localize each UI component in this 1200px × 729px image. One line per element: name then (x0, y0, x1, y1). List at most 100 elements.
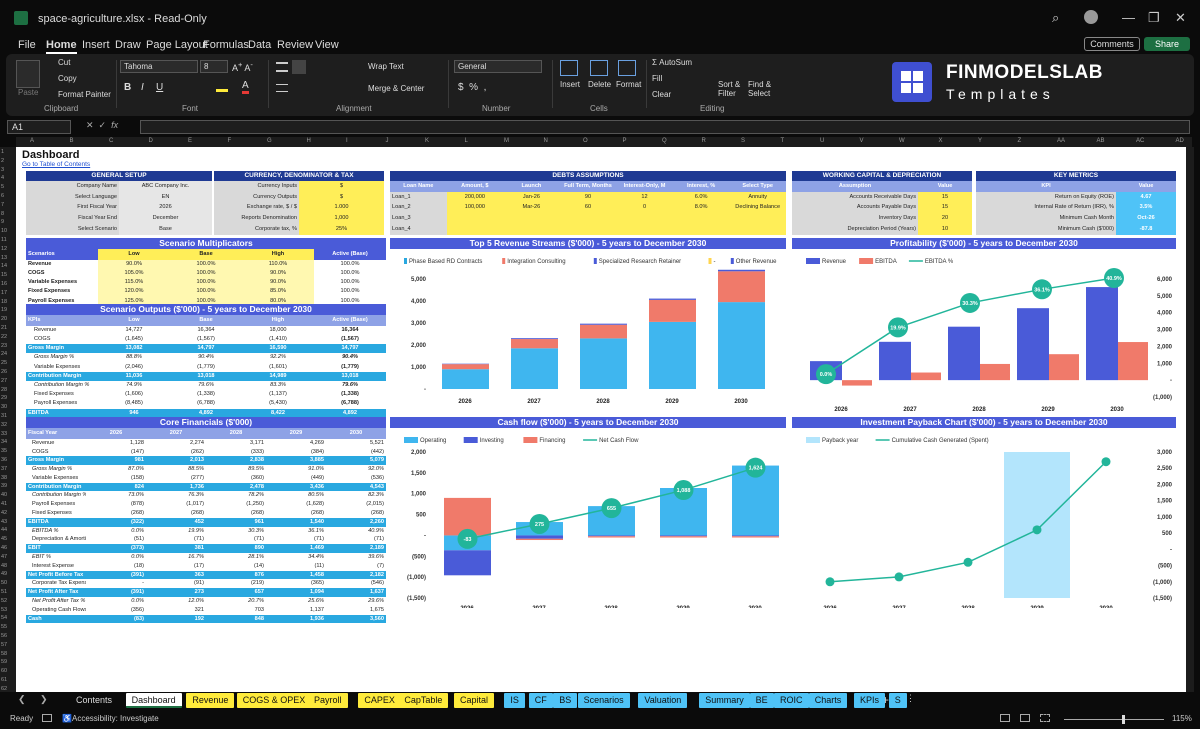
value-cell[interactable]: 11,036 (98, 371, 170, 381)
value-cell[interactable]: 5,521 (326, 439, 386, 448)
value-cell[interactable]: 1,637 (326, 588, 386, 598)
setup-label[interactable]: Fiscal Year End (26, 213, 119, 224)
multiplier-cell[interactable]: 100.0% (170, 287, 242, 297)
row-header[interactable]: 34 (1, 439, 7, 445)
restore-icon[interactable]: ❐ (1148, 10, 1160, 26)
row-header[interactable]: 32 (1, 422, 7, 428)
row-header[interactable]: 5 (1, 184, 4, 190)
row-label[interactable]: EBIT % (26, 553, 86, 562)
value-cell[interactable]: 34.4% (266, 553, 326, 562)
value-cell[interactable]: (268) (146, 509, 206, 518)
formula-icons[interactable]: ✕ ✓ fx (86, 120, 118, 131)
value-cell[interactable]: 890 (206, 544, 266, 554)
row-header[interactable]: 46 (1, 545, 7, 551)
multiplier-cell[interactable]: 110.0% (242, 259, 314, 269)
value-cell[interactable]: 192 (146, 614, 206, 624)
assumption-label[interactable]: Depreciation Period (Years) (792, 223, 918, 235)
row-header[interactable]: 4 (1, 175, 4, 181)
more-options-icon[interactable]: ⋮ (906, 693, 915, 704)
column-header-T[interactable]: T (781, 138, 785, 144)
row-label[interactable]: Cash (26, 614, 86, 624)
insert-cells-button[interactable]: Insert (560, 80, 580, 89)
loan-cell[interactable]: 6.0% (672, 191, 730, 203)
setup-label[interactable]: Company Name (26, 181, 119, 192)
page-layout-icon[interactable] (1020, 714, 1030, 722)
value-cell[interactable]: (83) (86, 614, 146, 624)
value-cell[interactable]: (1,338) (314, 390, 386, 399)
value-cell[interactable]: 1,128 (86, 439, 146, 448)
value-cell[interactable]: (333) (206, 448, 266, 457)
tab-file[interactable]: File (18, 39, 36, 51)
vertical-scrollbar[interactable] (1186, 147, 1194, 692)
column-header-A[interactable]: A (30, 138, 34, 144)
clear-button[interactable]: Clear (652, 90, 671, 99)
share-button[interactable]: Share (1144, 37, 1190, 51)
row-label[interactable]: Corporate Tax Expense (26, 579, 86, 588)
tab-home[interactable]: Home (46, 39, 77, 54)
comments-button[interactable]: Comments (1084, 37, 1140, 51)
loan-cell[interactable]: 100,000 (446, 202, 504, 214)
row-label[interactable]: Contribution Margin (26, 371, 98, 381)
value-cell[interactable]: (1,779) (170, 363, 242, 372)
multiplier-cell[interactable]: 100.0% (170, 278, 242, 288)
sheet-tab-payroll[interactable]: Payroll (308, 693, 348, 708)
column-header-P[interactable]: P (623, 138, 627, 144)
next-sheet-icon[interactable]: ❯ (40, 694, 48, 705)
sheet-tab-s[interactable]: S (888, 693, 907, 708)
value-cell[interactable]: 79.6% (314, 381, 386, 390)
assumption-label[interactable]: Accounts Receivable Days (792, 191, 918, 203)
row-header[interactable]: 14 (1, 263, 7, 269)
row-label[interactable]: Gross Margin % (26, 353, 98, 362)
value-cell[interactable]: 16,590 (242, 344, 314, 354)
row-label[interactable]: COGS (26, 335, 98, 344)
multiplier-cell[interactable]: Variable Expenses (26, 278, 98, 287)
column-header-V[interactable]: V (860, 138, 864, 144)
row-header[interactable]: 11 (1, 237, 7, 243)
value-cell[interactable]: (1,567) (170, 335, 242, 344)
row-label[interactable]: Revenue (26, 439, 86, 448)
value-cell[interactable]: 1,137 (266, 606, 326, 615)
multiplier-cell[interactable]: 100.0% (314, 260, 386, 269)
row-label[interactable]: Variable Expenses (26, 363, 98, 372)
column-header-E[interactable]: E (188, 138, 192, 144)
row-header[interactable]: 47 (1, 554, 7, 560)
value-cell[interactable]: (1,601) (242, 363, 314, 372)
loan-cell[interactable] (559, 223, 617, 235)
row-label[interactable]: Payroll Expenses (26, 399, 98, 408)
multiplier-cell[interactable]: Revenue (26, 260, 98, 269)
row-header[interactable]: 6 (1, 193, 4, 199)
value-cell[interactable]: (360) (206, 474, 266, 483)
loan-cell[interactable] (672, 213, 730, 224)
value-cell[interactable]: 88.5% (146, 465, 206, 474)
align-top-icon[interactable] (276, 62, 288, 72)
tab-data[interactable]: Data (248, 39, 271, 51)
row-header[interactable]: 24 (1, 351, 7, 357)
loan-cell[interactable]: 60 (559, 202, 617, 214)
loan-cell[interactable] (559, 213, 617, 224)
value-cell[interactable]: (2,015) (326, 500, 386, 509)
loan-cell[interactable]: Loan_4 (390, 223, 447, 235)
loan-cell[interactable]: Jan-26 (503, 191, 560, 203)
page-break-icon[interactable] (1040, 714, 1050, 722)
sheet-tab-scenarios[interactable]: Scenarios (577, 693, 630, 708)
column-header-L[interactable]: L (465, 138, 468, 144)
value-cell[interactable]: (365) (266, 579, 326, 588)
row-header[interactable]: 52 (1, 598, 7, 604)
accessibility-icon[interactable]: ♿ (62, 714, 72, 723)
align-middle-icon[interactable] (292, 60, 306, 74)
value-cell[interactable]: 14,727 (98, 326, 170, 335)
insert-cells-icon[interactable] (560, 60, 578, 76)
font-color-icon[interactable]: A (242, 80, 249, 94)
multiplier-cell[interactable]: 100.0% (314, 278, 386, 287)
column-header-H[interactable]: H (307, 138, 311, 144)
value-cell[interactable]: (1,567) (314, 335, 386, 344)
value-cell[interactable]: (219) (206, 579, 266, 588)
setup-value[interactable]: December (119, 213, 212, 224)
fill-color-icon[interactable] (216, 82, 228, 92)
sheet-tab-cogs-opex[interactable]: COGS & OPEX (236, 693, 312, 708)
value-cell[interactable]: 18,000 (242, 326, 314, 335)
loan-cell[interactable]: Loan_3 (390, 213, 447, 224)
value-cell[interactable]: 20.7% (206, 597, 266, 606)
grow-font-button[interactable]: A+ A- (232, 60, 253, 73)
kpi-label[interactable]: Internal Rate of Return (IRR), % (976, 202, 1116, 214)
